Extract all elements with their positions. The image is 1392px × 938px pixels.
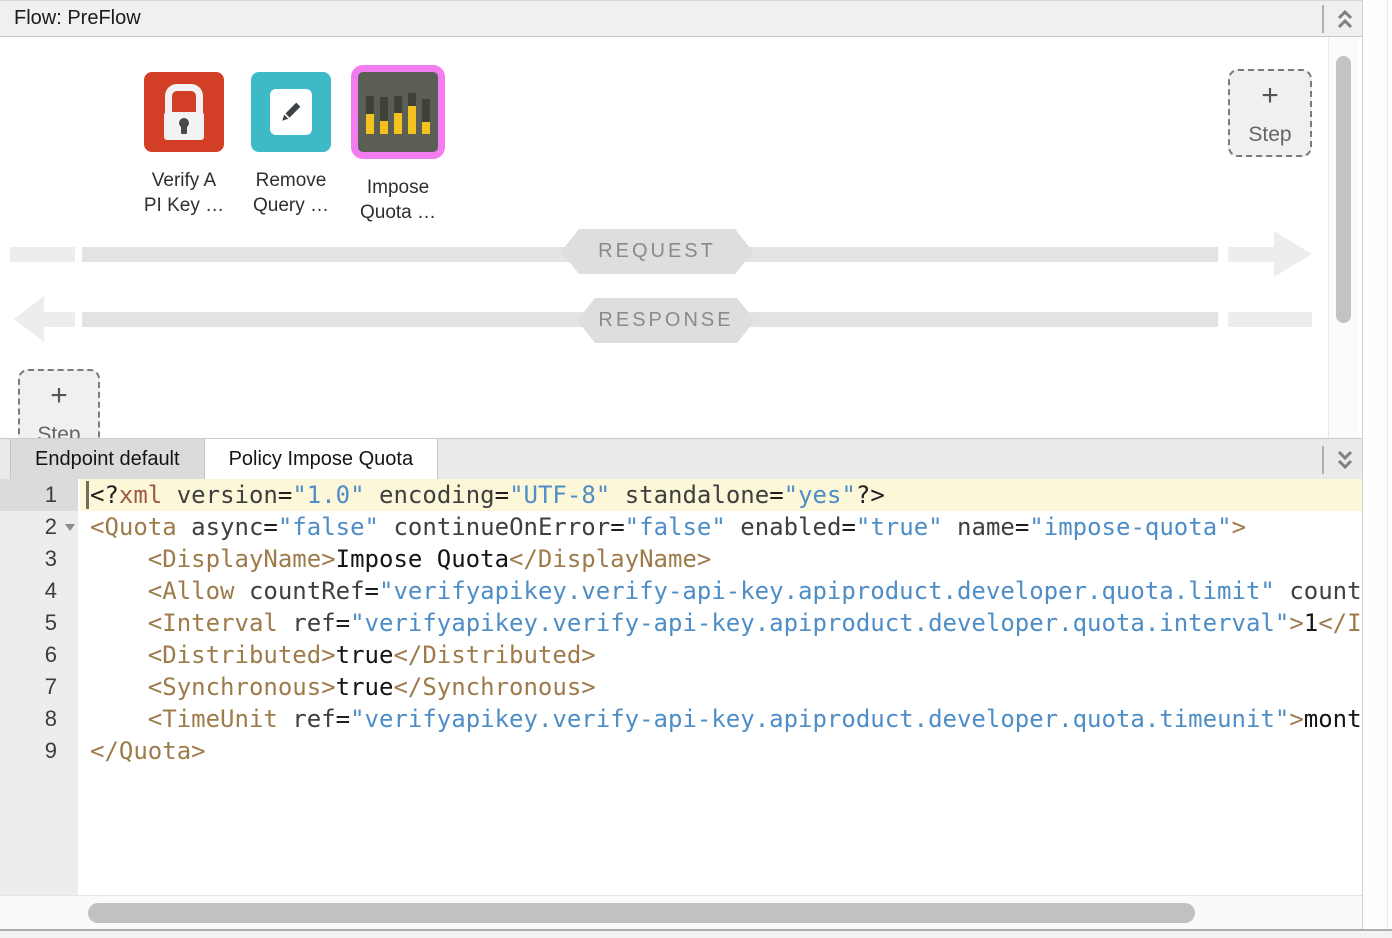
editor-horizontal-scrollbar[interactable] [0, 895, 1362, 931]
step-label-verify-api-key: Verify API Key … [124, 168, 244, 218]
request-bar-left-segment [10, 247, 75, 262]
code-line-5[interactable]: <Interval ref="verifyapikey.verify-api-k… [80, 607, 1362, 639]
flow-panel-header: Flow: PreFlow [0, 1, 1362, 37]
editor-gutter: 123456789 [0, 479, 80, 895]
code-line-1[interactable]: <?xml version="1.0" encoding="UTF-8" sta… [80, 479, 1362, 511]
line-number-5: 5 [0, 607, 78, 639]
line-number-1: 1 [0, 479, 78, 511]
request-badge: REQUEST [561, 229, 753, 274]
code-area[interactable]: <?xml version="1.0" encoding="UTF-8" sta… [80, 479, 1362, 895]
code-line-8[interactable]: <TimeUnit ref="verifyapikey.verify-api-k… [80, 703, 1362, 735]
code-line-3[interactable]: <DisplayName>Impose Quota</DisplayName> [80, 543, 1362, 575]
flow-title: Flow: PreFlow [14, 1, 141, 36]
text-cursor [86, 481, 89, 509]
response-label: RESPONSE [598, 309, 733, 332]
flow-step-impose-quota: ImposeQuota … [358, 72, 438, 225]
response-bar-right-segment [1228, 312, 1312, 327]
chevron-double-down-icon[interactable] [1336, 449, 1354, 471]
code-line-9[interactable]: </Quota> [80, 735, 1362, 767]
code-line-6[interactable]: <Distributed>true</Distributed> [80, 639, 1362, 671]
line-number-2: 2 [0, 511, 78, 543]
editor-tabbar: Endpoint default Policy Impose Quota [0, 438, 1362, 479]
line-number-3: 3 [0, 543, 78, 575]
response-arrowhead-icon [14, 296, 44, 342]
step-label-remove-query: RemoveQuery … [231, 168, 351, 218]
chevron-double-up-icon[interactable] [1336, 8, 1354, 30]
pencil-icon[interactable] [251, 72, 331, 152]
response-bar-left-segment [44, 312, 75, 327]
add-step-label: Step [37, 423, 80, 438]
plus-icon: + [50, 381, 68, 411]
line-number-9: 9 [0, 735, 78, 767]
lock-icon[interactable] [144, 72, 224, 152]
response-badge: RESPONSE [577, 298, 755, 343]
code-line-2[interactable]: <Quota async="false" continueOnError="fa… [80, 511, 1362, 543]
tab-policy-impose-quota[interactable]: Policy Impose Quota [205, 439, 439, 479]
apigee-flow-editor: Flow: PreFlow Verify API Key …RemoveQuer… [0, 0, 1392, 938]
line-number-7: 7 [0, 671, 78, 703]
flow-header-controls [1322, 3, 1354, 34]
add-step-button-request[interactable]: + Step [1228, 69, 1312, 157]
line-number-6: 6 [0, 639, 78, 671]
tabbar-divider [1322, 446, 1324, 474]
step-label-impose-quota: ImposeQuota … [338, 175, 458, 225]
add-step-label: Step [1248, 123, 1291, 147]
line-number-8: 8 [0, 703, 78, 735]
add-step-button-response[interactable]: + Step [18, 369, 100, 438]
tab-endpoint-default[interactable]: Endpoint default [10, 439, 205, 479]
main-panel: Flow: PreFlow Verify API Key …RemoveQuer… [0, 0, 1362, 929]
window-footer [0, 931, 1392, 938]
steps-row: Verify API Key …RemoveQuery …ImposeQuota… [144, 72, 438, 225]
flow-canvas: Verify API Key …RemoveQuery …ImposeQuota… [0, 37, 1362, 438]
request-label: REQUEST [598, 240, 716, 263]
fold-arrow-icon[interactable] [65, 524, 75, 531]
tabbar-controls [1322, 444, 1354, 475]
flow-scrollbar-thumb[interactable] [1336, 56, 1351, 323]
flow-step-remove-query: RemoveQuery … [251, 72, 331, 218]
flow-step-verify-api-key: Verify API Key … [144, 72, 224, 218]
code-editor: 123456789 <?xml version="1.0" encoding="… [0, 479, 1362, 895]
request-arrowhead-icon [1274, 231, 1312, 277]
request-arrow-shaft [1228, 247, 1274, 262]
header-divider [1322, 5, 1324, 33]
right-gutter-strip [1362, 0, 1392, 929]
flow-vertical-scrollbar[interactable] [1328, 37, 1359, 438]
code-line-7[interactable]: <Synchronous>true</Synchronous> [80, 671, 1362, 703]
bar-chart-icon[interactable] [351, 65, 445, 159]
code-line-4[interactable]: <Allow countRef="verifyapikey.verify-api… [80, 575, 1362, 607]
plus-icon: + [1261, 81, 1279, 111]
line-number-4: 4 [0, 575, 78, 607]
editor-hscrollbar-thumb[interactable] [88, 903, 1195, 923]
